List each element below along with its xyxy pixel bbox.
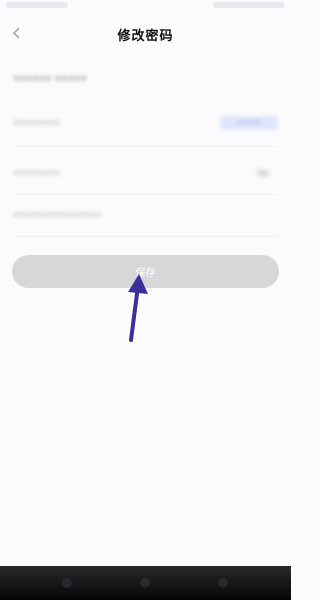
status-bar-right (213, 2, 285, 8)
field-row-new-password[interactable]: •••••••• (13, 168, 278, 184)
divider (13, 146, 278, 147)
get-code-button[interactable]: ••••• (220, 116, 278, 130)
nav-recents-icon[interactable] (218, 578, 228, 588)
status-bar-left (6, 2, 68, 8)
field-label: •••••••• (13, 168, 61, 179)
get-code-button-label: ••••• (237, 118, 261, 127)
nav-back-icon[interactable] (62, 578, 72, 588)
field-row-verification-code[interactable]: •••••••• ••••• (13, 116, 278, 134)
page-title: 修改密码 (117, 29, 174, 44)
field-label: •••••••• (13, 118, 61, 129)
status-bar (0, 0, 291, 12)
eye-icon[interactable] (256, 168, 270, 178)
pointer-arrow-icon (128, 274, 148, 342)
divider (13, 236, 278, 237)
nav-bar: 修改密码 (0, 18, 291, 50)
system-navigation-bar (0, 566, 291, 600)
divider (13, 194, 278, 195)
field-label: ••••••••••••••• (13, 210, 102, 221)
form-section-heading: •••••• ••••• (13, 74, 87, 85)
field-row-confirm-password[interactable]: ••••••••••••••• (13, 210, 278, 226)
nav-home-icon[interactable] (140, 578, 150, 588)
